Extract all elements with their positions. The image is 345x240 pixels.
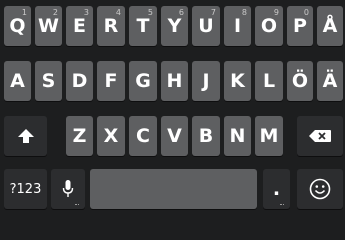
key-b[interactable]: B bbox=[192, 116, 220, 156]
emoji-key[interactable] bbox=[297, 169, 343, 209]
key-hint: 9 bbox=[273, 8, 279, 17]
key-o-umlaut[interactable]: Ö bbox=[287, 61, 313, 101]
key-a[interactable]: A bbox=[4, 61, 31, 101]
key-hint: 5 bbox=[147, 8, 153, 17]
backspace-key[interactable] bbox=[297, 116, 343, 156]
key-c[interactable]: C bbox=[129, 116, 157, 156]
key-h[interactable]: H bbox=[161, 61, 188, 101]
key-s[interactable]: S bbox=[35, 61, 62, 101]
key-q[interactable]: Q1 bbox=[4, 6, 31, 46]
soft-keyboard: Q1 W2 E3 R4 T5 Y6 U7 I8 O9 P0 Å A S D F … bbox=[0, 0, 345, 220]
backspace-icon bbox=[308, 129, 332, 143]
key-z[interactable]: Z bbox=[66, 116, 93, 156]
keyboard-row-2: A S D F G H J K L Ö Ä bbox=[0, 61, 345, 105]
keyboard-row-1: Q1 W2 E3 R4 T5 Y6 U7 I8 O9 P0 Å bbox=[0, 6, 345, 50]
key-hint: 2 bbox=[52, 8, 58, 17]
voice-input-key[interactable] bbox=[51, 169, 85, 209]
key-j[interactable]: J bbox=[192, 61, 220, 101]
period-key-label: . bbox=[272, 178, 281, 200]
key-o[interactable]: O9 bbox=[255, 6, 283, 46]
key-e[interactable]: E3 bbox=[66, 6, 93, 46]
long-press-indicator bbox=[75, 204, 79, 206]
key-y[interactable]: Y6 bbox=[161, 6, 188, 46]
keyboard-row-4: ?123 . bbox=[0, 169, 345, 213]
key-hint: 4 bbox=[115, 8, 121, 17]
keyboard-row-3: Z X C V B N M bbox=[0, 116, 345, 160]
key-hint: 3 bbox=[83, 8, 89, 17]
key-hint: 7 bbox=[210, 8, 216, 17]
space-key[interactable] bbox=[90, 169, 257, 209]
microphone-icon bbox=[62, 179, 74, 199]
key-u[interactable]: U7 bbox=[192, 6, 220, 46]
key-m[interactable]: M bbox=[255, 116, 283, 156]
key-d[interactable]: D bbox=[66, 61, 93, 101]
shift-arrow-icon bbox=[17, 128, 35, 144]
period-key[interactable]: . bbox=[263, 169, 290, 209]
key-x[interactable]: X bbox=[97, 116, 125, 156]
key-hint: 8 bbox=[241, 8, 247, 17]
key-v[interactable]: V bbox=[161, 116, 188, 156]
key-l[interactable]: L bbox=[255, 61, 283, 101]
key-a-ring[interactable]: Å bbox=[317, 6, 343, 46]
key-hint: 6 bbox=[178, 8, 184, 17]
key-i[interactable]: I8 bbox=[224, 6, 251, 46]
symbols-key-label: ?123 bbox=[9, 181, 42, 197]
key-a-umlaut[interactable]: Ä bbox=[317, 61, 343, 101]
smiley-icon bbox=[309, 178, 331, 200]
key-f[interactable]: F bbox=[97, 61, 125, 101]
key-t[interactable]: T5 bbox=[129, 6, 157, 46]
key-hint: 1 bbox=[21, 8, 27, 17]
key-n[interactable]: N bbox=[224, 116, 251, 156]
key-hint: 0 bbox=[303, 8, 309, 17]
shift-key[interactable] bbox=[4, 116, 47, 156]
key-g[interactable]: G bbox=[129, 61, 157, 101]
key-w[interactable]: W2 bbox=[35, 6, 62, 46]
key-p[interactable]: P0 bbox=[287, 6, 313, 46]
symbols-key[interactable]: ?123 bbox=[4, 169, 47, 209]
key-r[interactable]: R4 bbox=[97, 6, 125, 46]
long-press-indicator bbox=[280, 204, 284, 206]
key-k[interactable]: K bbox=[224, 61, 251, 101]
